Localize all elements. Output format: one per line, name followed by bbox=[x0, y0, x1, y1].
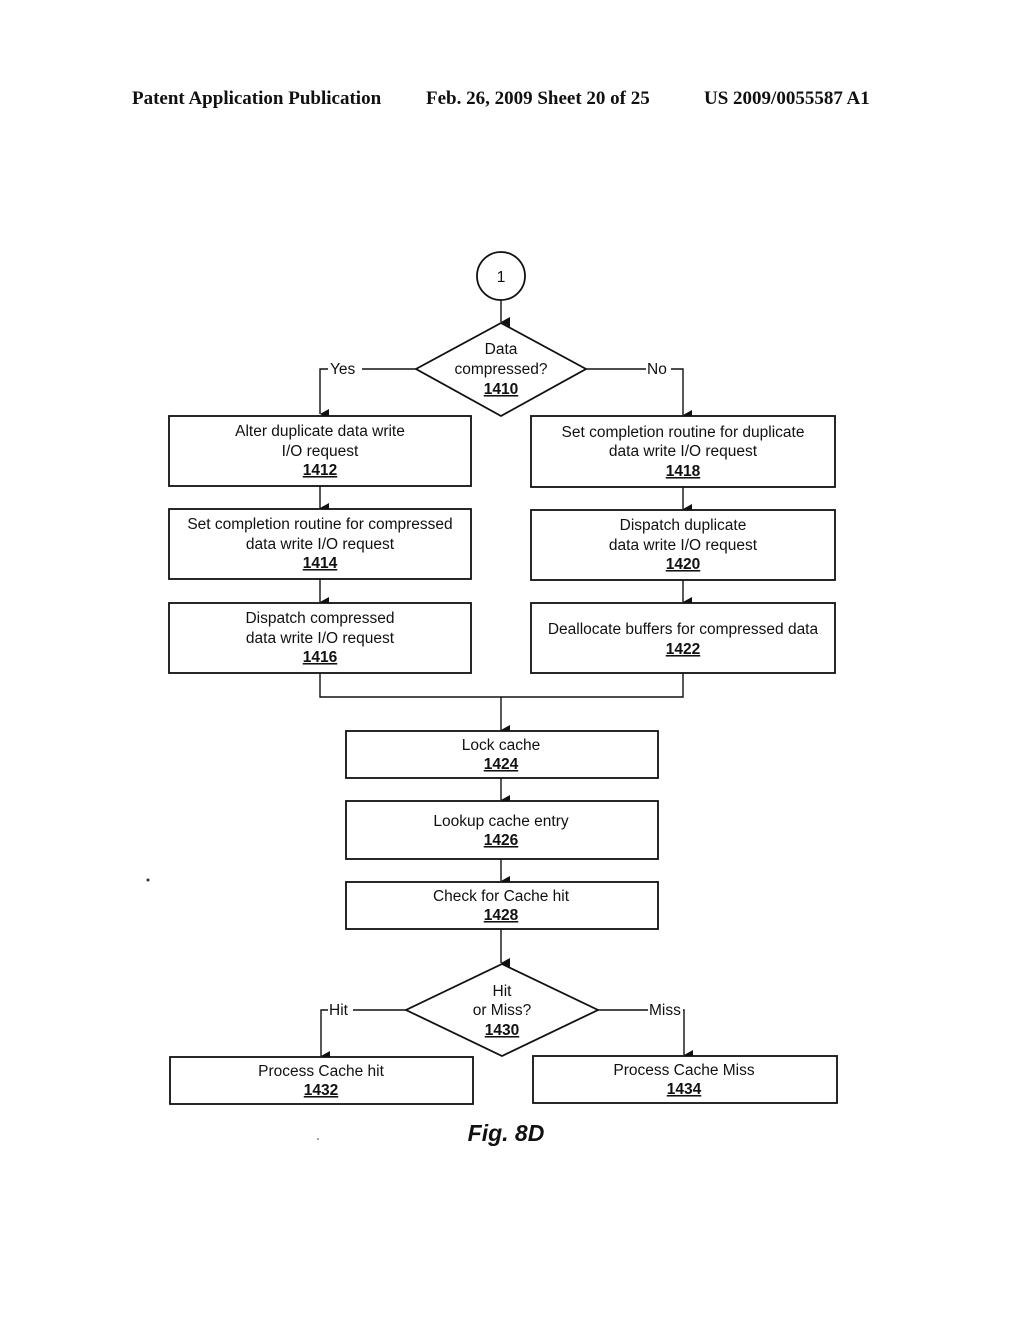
yes-label: Yes bbox=[330, 361, 356, 378]
box-1420-ref: 1420 bbox=[666, 556, 700, 573]
box-1432: Process Cache hit 1432 bbox=[169, 1056, 474, 1105]
box-1420-line-1: Dispatch duplicate bbox=[620, 517, 747, 534]
box-1426-line-1: Lookup cache entry bbox=[433, 813, 569, 830]
scan-speck bbox=[317, 1138, 319, 1140]
box-1412-ref: 1412 bbox=[303, 462, 337, 479]
merge-line bbox=[319, 673, 684, 698]
decision-1430-line-1: Hit bbox=[493, 983, 513, 1000]
connector-label: 1 bbox=[497, 269, 506, 286]
no-label: No bbox=[647, 361, 667, 378]
miss-label: Miss bbox=[649, 1002, 681, 1019]
box-1418-line-2: data write I/O request bbox=[609, 443, 758, 460]
box-1426: Lookup cache entry 1426 bbox=[345, 800, 659, 860]
decision-1430-line-2: or Miss? bbox=[473, 1002, 532, 1019]
box-1424: Lock cache 1424 bbox=[345, 730, 659, 779]
box-1434: Process Cache Miss 1434 bbox=[532, 1055, 838, 1104]
decision-1410-ref: 1410 bbox=[484, 381, 518, 398]
box-1412-line-2: I/O request bbox=[282, 443, 359, 460]
decision-1410: Data compressed? 1410 bbox=[414, 321, 588, 418]
hit-label: Hit bbox=[329, 1002, 349, 1019]
box-1422-line-1: Deallocate buffers for compressed data bbox=[548, 621, 819, 638]
box-1432-line-1: Process Cache hit bbox=[258, 1063, 384, 1080]
box-1414-line-1: Set completion routine for compressed bbox=[187, 516, 452, 533]
box-1416: Dispatch compressed data write I/O reque… bbox=[168, 602, 472, 674]
flowchart: 1 Data compressed? 1410 Yes No Alter dup… bbox=[146, 251, 838, 1146]
box-1428: Check for Cache hit 1428 bbox=[345, 881, 659, 930]
box-1412: Alter duplicate data write I/O request 1… bbox=[168, 415, 472, 487]
box-1426-ref: 1426 bbox=[484, 832, 519, 849]
scan-speck bbox=[146, 878, 150, 882]
box-1414-line-2: data write I/O request bbox=[246, 536, 395, 553]
box-1418-line-1: Set completion routine for duplicate bbox=[562, 424, 805, 441]
box-1422: Deallocate buffers for compressed data 1… bbox=[530, 602, 836, 674]
miss-arrow bbox=[683, 1009, 693, 1060]
hit-arrow bbox=[320, 1009, 330, 1061]
box-1424-line-1: Lock cache bbox=[462, 737, 540, 754]
box-1420: Dispatch duplicate data write I/O reques… bbox=[530, 509, 836, 581]
decision-1410-line-1: Data bbox=[485, 341, 518, 358]
box-1428-line-1: Check for Cache hit bbox=[433, 888, 570, 905]
box-1424-ref: 1424 bbox=[484, 756, 519, 773]
box-1414-ref: 1414 bbox=[303, 555, 338, 572]
figure-caption: Fig. 8D bbox=[468, 1120, 545, 1146]
box-1418-ref: 1418 bbox=[666, 463, 701, 480]
box-1420-line-2: data write I/O request bbox=[609, 537, 758, 554]
decision-1410-line-2: compressed? bbox=[454, 361, 547, 378]
box-1414: Set completion routine for compressed da… bbox=[168, 508, 472, 580]
decision-1430-ref: 1430 bbox=[485, 1022, 519, 1039]
decision-1430: Hit or Miss? 1430 bbox=[403, 963, 601, 1057]
box-1418: Set completion routine for duplicate dat… bbox=[530, 415, 836, 488]
no-arrow bbox=[671, 368, 692, 420]
connector-1: 1 bbox=[476, 251, 526, 301]
box-1434-line-1: Process Cache Miss bbox=[613, 1062, 755, 1079]
box-1416-line-1: Dispatch compressed bbox=[245, 610, 394, 627]
box-1434-ref: 1434 bbox=[667, 1081, 702, 1098]
box-1422-ref: 1422 bbox=[666, 641, 700, 658]
yes-arrow bbox=[319, 368, 329, 419]
box-1416-line-2: data write I/O request bbox=[246, 630, 395, 647]
box-1416-ref: 1416 bbox=[303, 649, 338, 666]
box-1412-line-1: Alter duplicate data write bbox=[235, 423, 405, 440]
box-1428-ref: 1428 bbox=[484, 907, 519, 924]
box-1432-ref: 1432 bbox=[304, 1082, 338, 1099]
